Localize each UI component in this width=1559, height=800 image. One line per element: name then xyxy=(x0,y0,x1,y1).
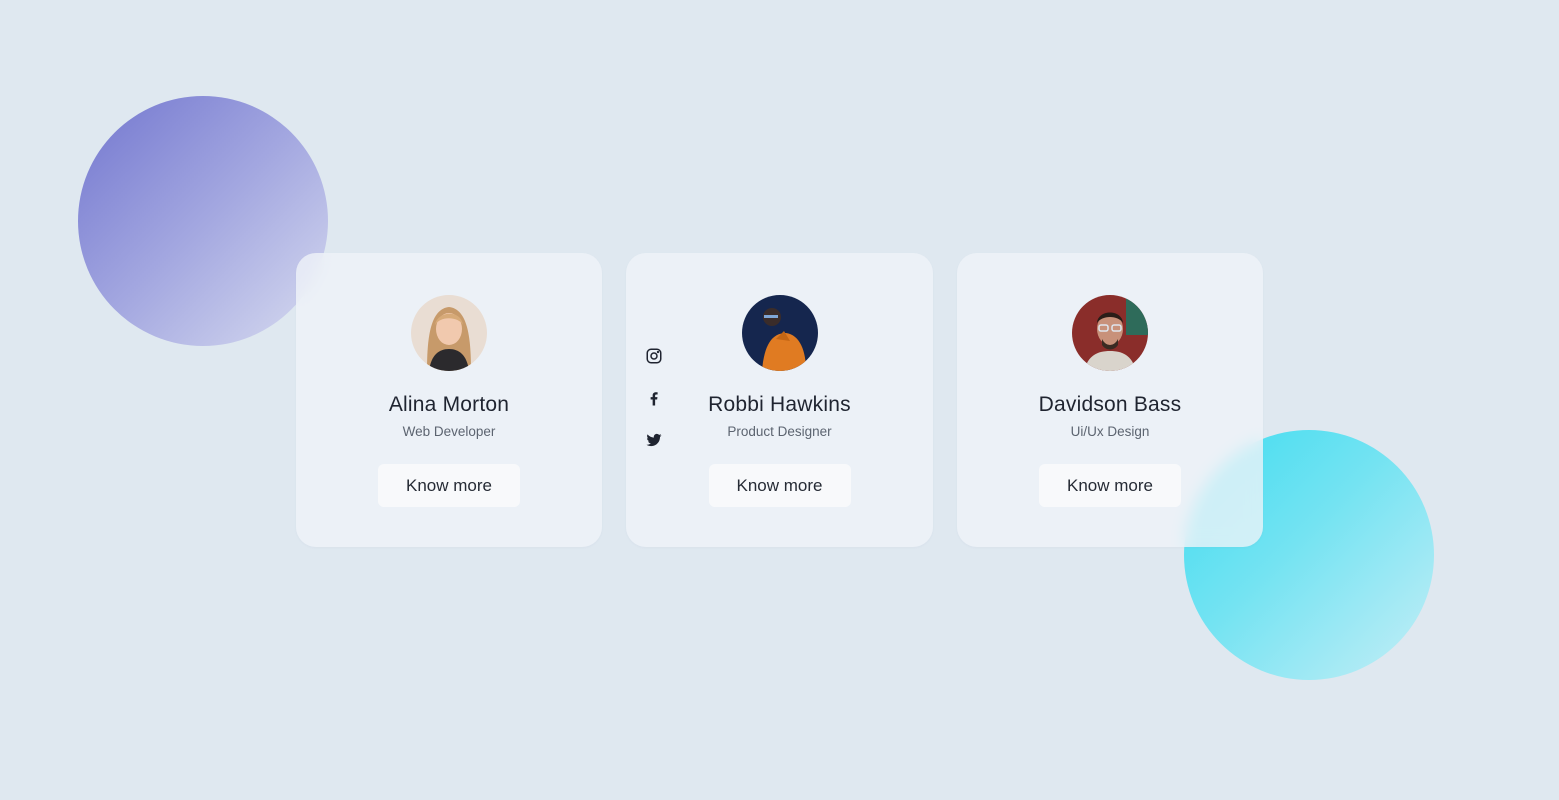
profile-card-alina: Alina Morton Web Developer Know more xyxy=(296,253,602,547)
profile-role: Ui/Ux Design xyxy=(1070,424,1150,439)
profile-card-robbi: Robbi Hawkins Product Designer Know more xyxy=(626,253,933,547)
page: Alina Morton Web Developer Know more Rob… xyxy=(0,0,1559,800)
avatar xyxy=(411,295,487,371)
profile-role: Product Designer xyxy=(727,424,832,439)
profile-card-davidson: Davidson Bass Ui/Ux Design Know more xyxy=(957,253,1263,547)
know-more-button[interactable]: Know more xyxy=(708,464,851,507)
instagram-icon[interactable] xyxy=(644,346,664,366)
know-more-button[interactable]: Know more xyxy=(378,464,520,507)
avatar xyxy=(1072,295,1148,371)
avatar xyxy=(741,295,818,371)
profile-name: Robbi Hawkins xyxy=(708,393,851,416)
profile-role: Web Developer xyxy=(402,424,496,439)
know-more-button[interactable]: Know more xyxy=(1039,464,1181,507)
purple-gradient-circle xyxy=(78,96,328,346)
profile-name: Davidson Bass xyxy=(1038,393,1182,416)
profile-name: Alina Morton xyxy=(388,393,510,416)
